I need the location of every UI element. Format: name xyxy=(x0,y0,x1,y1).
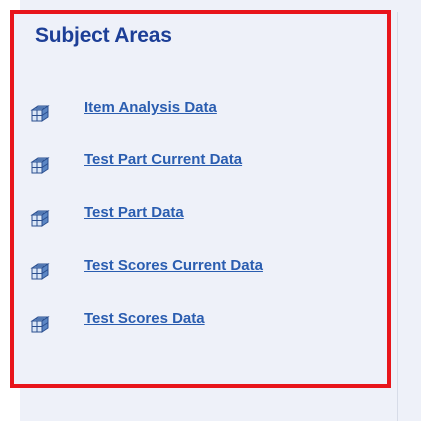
subject-areas-panel: Subject Areas Item Analysis Data Test Pa… xyxy=(10,10,391,388)
subject-area-link[interactable]: Test Scores Current Data xyxy=(84,257,263,274)
cube-icon xyxy=(30,210,50,227)
subject-area-link[interactable]: Item Analysis Data xyxy=(84,99,217,116)
subject-area-link[interactable]: Test Part Data xyxy=(84,204,184,221)
subject-area-item-test-scores-data[interactable]: Test Scores Data xyxy=(14,310,374,334)
subject-area-link[interactable]: Test Scores Data xyxy=(84,310,205,327)
subject-area-item-test-part-current-data[interactable]: Test Part Current Data xyxy=(14,151,374,175)
subject-area-item-item-analysis-data[interactable]: Item Analysis Data xyxy=(14,99,374,123)
panel-title: Subject Areas xyxy=(35,24,172,47)
cube-icon xyxy=(30,316,50,333)
pane-divider xyxy=(397,12,398,421)
subject-area-item-test-part-data[interactable]: Test Part Data xyxy=(14,204,374,228)
subject-area-item-test-scores-current-data[interactable]: Test Scores Current Data xyxy=(14,257,374,281)
subject-area-link[interactable]: Test Part Current Data xyxy=(84,151,242,168)
cube-icon xyxy=(30,157,50,174)
cube-icon xyxy=(30,263,50,280)
cube-icon xyxy=(30,105,50,122)
